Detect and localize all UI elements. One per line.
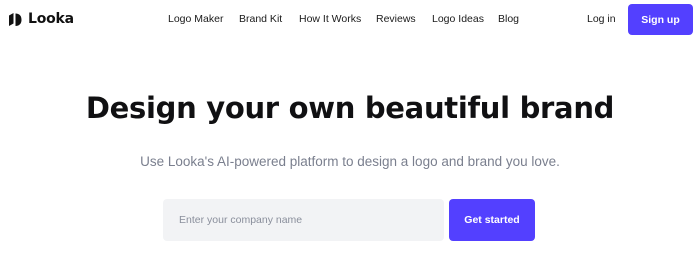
nav-how-it-works[interactable]: How It Works <box>299 12 361 26</box>
nav-blog[interactable]: Blog <box>498 12 519 26</box>
company-name-input[interactable] <box>163 199 444 241</box>
looka-logo[interactable]: Looka <box>7 10 74 28</box>
top-navbar: Looka Logo Maker Brand Kit How It Works … <box>0 0 700 40</box>
signup-button[interactable]: Sign up <box>628 4 693 35</box>
login-link[interactable]: Log in <box>587 12 616 26</box>
nav-reviews[interactable]: Reviews <box>376 12 416 26</box>
looka-logo-icon <box>9 13 22 26</box>
nav-logo-ideas[interactable]: Logo Ideas <box>432 12 484 26</box>
get-started-button[interactable]: Get started <box>449 199 535 241</box>
hero-headline: Design your own beautiful brand <box>85 91 615 125</box>
nav-brand-kit[interactable]: Brand Kit <box>239 12 282 26</box>
brand-name: Looka <box>28 11 74 27</box>
nav-logo-maker[interactable]: Logo Maker <box>168 12 223 26</box>
hero-subheadline: Use Looka's AI-powered platform to desig… <box>140 154 560 169</box>
